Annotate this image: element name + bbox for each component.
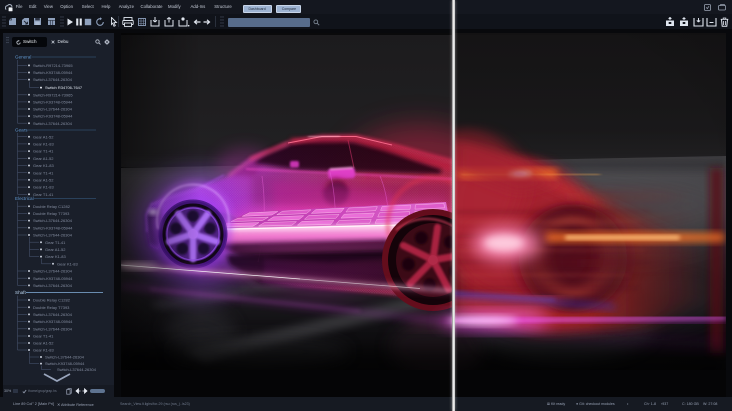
svg-text:Switch-L37644-26304: Switch-L37644-26304	[45, 355, 85, 360]
svg-text:Switch-K93748-05944: Switch-K93748-05944	[33, 114, 73, 119]
svg-text:Switch-L37644-26304: Switch-L37644-26304	[33, 233, 73, 238]
svg-text:Switch-L37644-26304: Switch-L37644-26304	[33, 312, 73, 317]
svg-text:Switch-L37644-26304: Switch-L37644-26304	[57, 367, 97, 372]
svg-text:Switch-K93748-05944: Switch-K93748-05944	[33, 319, 73, 324]
svg-text:General: General	[15, 55, 31, 60]
svg-text:Switch-L37644-26304: Switch-L37644-26304	[33, 269, 73, 274]
svg-text:Switch-K93748-05944: Switch-K93748-05944	[33, 100, 73, 105]
svg-text:Gears: Gears	[15, 128, 28, 133]
svg-text:Double Relay C1282: Double Relay C1282	[33, 298, 71, 303]
svg-text:Gear T1-41: Gear T1-41	[45, 240, 66, 245]
svg-text:Shaft: Shaft	[15, 290, 26, 295]
svg-text:Gear A1-52: Gear A1-52	[33, 156, 54, 161]
svg-text:Switch-L37644-26304: Switch-L37644-26304	[33, 107, 73, 112]
svg-text:Double Relay C1282: Double Relay C1282	[33, 204, 71, 209]
svg-text:Electrical: Electrical	[15, 196, 34, 201]
svg-text:Gear T1-41: Gear T1-41	[33, 334, 54, 339]
svg-text:Gear A1-52: Gear A1-52	[33, 341, 54, 346]
svg-text:Switch-R97214-73965: Switch-R97214-73965	[33, 63, 73, 68]
svg-text:Gear T1-41: Gear T1-41	[33, 149, 54, 154]
svg-text:Switch-L37644-26304: Switch-L37644-26304	[33, 326, 73, 331]
svg-text:Switch-K93748-05944: Switch-K93748-05944	[33, 276, 73, 281]
svg-text:Gear K1-83: Gear K1-83	[33, 163, 54, 168]
svg-text:Switch-R97214-73965: Switch-R97214-73965	[33, 92, 73, 97]
svg-text:Gear K1-83: Gear K1-83	[33, 142, 54, 147]
svg-text:Double Relay T7393: Double Relay T7393	[33, 305, 70, 310]
svg-text:Switch-L37644-26304: Switch-L37644-26304	[33, 121, 73, 126]
svg-text:Switch-L37644-26304: Switch-L37644-26304	[33, 283, 73, 288]
svg-text:Gear K1-83: Gear K1-83	[45, 254, 66, 259]
svg-text:Gear K1-83: Gear K1-83	[57, 261, 78, 266]
svg-text:Gear T1-41: Gear T1-41	[33, 192, 54, 197]
svg-text:Switch-L37644-26304: Switch-L37644-26304	[33, 77, 73, 82]
svg-text:Switch-K93748-05944: Switch-K93748-05944	[45, 361, 85, 366]
svg-text:Switch-K93748-05944: Switch-K93748-05944	[33, 225, 73, 230]
svg-text:Gear T1-41: Gear T1-41	[33, 170, 54, 175]
svg-text:Switch-L37644-26304: Switch-L37644-26304	[33, 218, 73, 223]
svg-text:Gear K1-83: Gear K1-83	[33, 348, 54, 353]
svg-text:Switch R34706-7647: Switch R34706-7647	[45, 85, 83, 90]
svg-text:Gear A1-52: Gear A1-52	[33, 178, 54, 183]
svg-text:Gear A1-52: Gear A1-52	[33, 134, 54, 139]
svg-text:Switch-K93748-05944: Switch-K93748-05944	[33, 70, 73, 75]
svg-text:Gear K1-83: Gear K1-83	[33, 185, 54, 190]
svg-text:Double Relay T7393: Double Relay T7393	[33, 211, 70, 216]
svg-text:Gear A1-52: Gear A1-52	[45, 247, 66, 252]
